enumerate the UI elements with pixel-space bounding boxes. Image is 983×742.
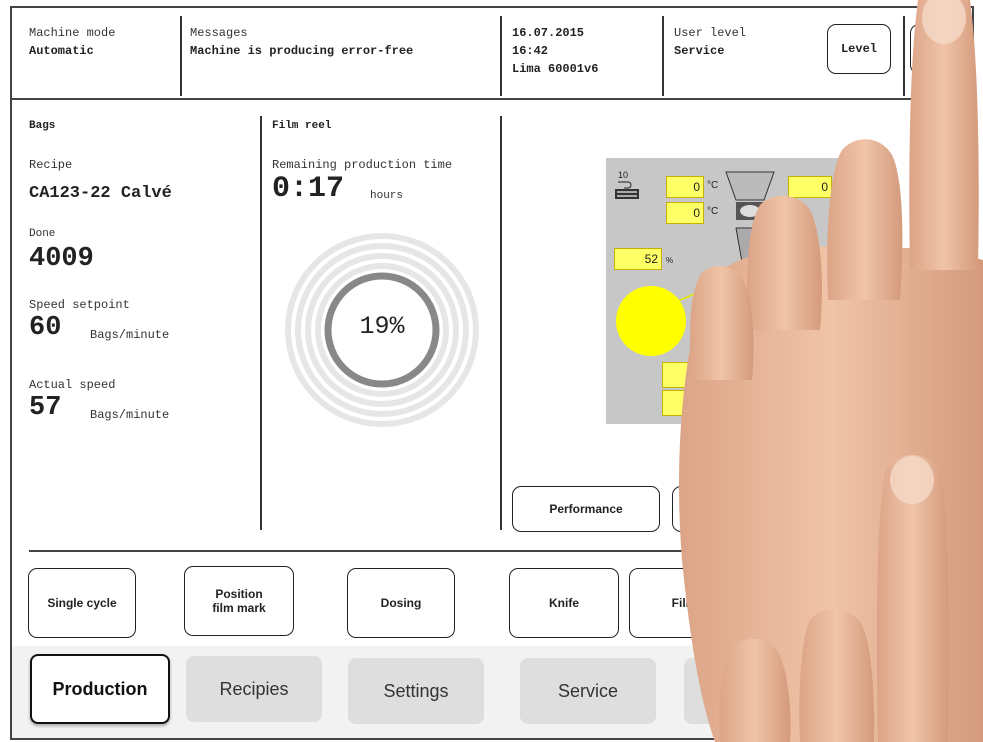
keyboard-icon [615, 181, 639, 199]
actual-speed-unit: Bags/minute [90, 408, 170, 422]
speed-setpoint-label: Speed setpoint [29, 298, 130, 312]
bags-title: Bags [29, 120, 56, 132]
tab-recipies[interactable]: Recipies [186, 656, 322, 722]
actual-speed-label: Actual speed [29, 378, 116, 392]
remaining-time-value: 0:17 [272, 172, 345, 206]
time-text: 16:42 [512, 44, 549, 58]
single-cycle-button[interactable]: Single cycle [28, 568, 136, 638]
header-divider [180, 16, 182, 96]
actual-speed-value: 57 [29, 393, 62, 423]
done-label: Done [29, 228, 56, 240]
done-value: 4009 [29, 244, 94, 274]
position-film-mark-line1: Position [215, 587, 263, 601]
speed-setpoint-unit: Bags/minute [90, 328, 170, 342]
date-text: 16.07.2015 [512, 26, 585, 40]
hand-overlay [679, 0, 983, 742]
tab-production[interactable]: Production [30, 654, 170, 724]
film-reel-percent: 19% [359, 312, 405, 341]
tab-settings[interactable]: Settings [348, 658, 484, 724]
performance-button[interactable]: Performance [512, 486, 660, 532]
remaining-time-unit: hours [370, 190, 404, 202]
tab-service[interactable]: Service [520, 658, 656, 724]
messages-label: Messages [190, 26, 248, 40]
speed-setpoint-value: 60 [29, 313, 62, 343]
position-film-mark-button[interactable]: Position film mark [184, 566, 294, 636]
header-divider [500, 16, 502, 96]
machine-mode-label: Machine mode [29, 26, 116, 40]
remaining-time-label: Remaining production time [272, 158, 453, 172]
messages-value: Machine is producing error-free [190, 44, 414, 58]
keyboard-count: 10 [618, 170, 629, 180]
film-reel-title: Film reel [272, 120, 332, 132]
position-film-mark-line2: film mark [212, 601, 266, 615]
knife-button[interactable]: Knife [509, 568, 619, 638]
dosing-button[interactable]: Dosing [347, 568, 455, 638]
panel-divider [260, 116, 262, 530]
machine-id-text: Lima 60001v6 [512, 62, 599, 76]
panel-divider [500, 116, 502, 530]
recipe-label: Recipe [29, 158, 73, 172]
machine-mode-value: Automatic [29, 44, 94, 58]
recipe-value: CA123-22 Calvé [29, 184, 172, 203]
